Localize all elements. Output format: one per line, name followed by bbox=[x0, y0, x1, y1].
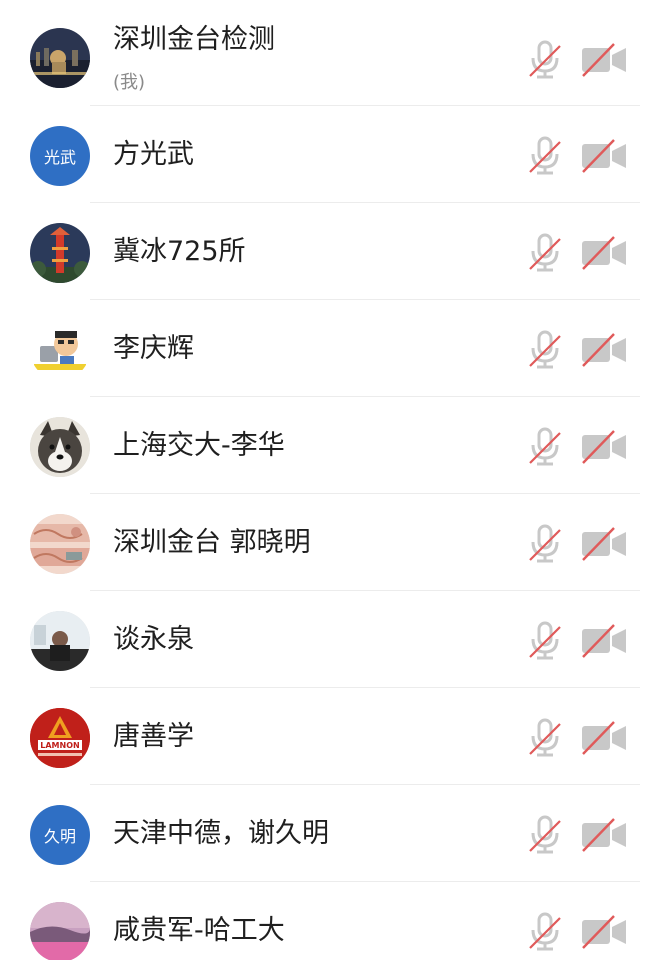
avatar bbox=[30, 28, 90, 88]
participant-name: 上海交大-李华 bbox=[113, 430, 285, 461]
avatar bbox=[30, 223, 90, 283]
mic-muted-icon[interactable] bbox=[528, 330, 562, 370]
logo-text: LAMNON bbox=[40, 741, 79, 750]
avatar-initials: 光武 bbox=[30, 126, 90, 186]
mic-muted-icon[interactable] bbox=[528, 621, 562, 661]
mic-muted-icon[interactable] bbox=[528, 718, 562, 758]
avatar bbox=[30, 611, 90, 671]
camera-off-icon[interactable] bbox=[580, 622, 628, 660]
camera-off-icon[interactable] bbox=[580, 525, 628, 563]
self-indicator: (我) bbox=[113, 72, 146, 93]
mic-muted-icon[interactable] bbox=[528, 136, 562, 176]
mic-muted-icon[interactable] bbox=[528, 427, 562, 467]
camera-off-icon[interactable] bbox=[580, 428, 628, 466]
participant-row[interactable]: 深圳金台检测 (我) bbox=[0, 0, 670, 106]
avatar bbox=[30, 320, 90, 380]
participant-list: 深圳金台检测 (我) 光武 方光武 冀冰725所 李庆辉 上海交大-李华 深圳金… bbox=[0, 0, 670, 960]
participant-name: 咸贵军-哈工大 bbox=[113, 915, 285, 946]
participant-row[interactable]: LAMNON 唐善学 bbox=[0, 688, 670, 785]
participant-row[interactable]: 光武 方光武 bbox=[0, 106, 670, 203]
participant-row[interactable]: 谈永泉 bbox=[0, 591, 670, 688]
participant-name: 深圳金台检测 bbox=[113, 24, 275, 55]
avatar bbox=[30, 417, 90, 477]
participant-name: 深圳金台 郭晓明 bbox=[113, 527, 311, 558]
mic-muted-icon[interactable] bbox=[528, 233, 562, 273]
camera-off-icon[interactable] bbox=[580, 816, 628, 854]
camera-off-icon[interactable] bbox=[580, 41, 628, 79]
participant-name: 方光武 bbox=[113, 139, 194, 170]
mic-muted-icon[interactable] bbox=[528, 912, 562, 952]
avatar bbox=[30, 514, 90, 574]
participant-name: 李庆辉 bbox=[113, 333, 194, 364]
participant-row[interactable]: 久明 天津中德，谢久明 bbox=[0, 785, 670, 882]
participant-row[interactable]: 冀冰725所 bbox=[0, 203, 670, 300]
camera-off-icon[interactable] bbox=[580, 331, 628, 369]
participant-name: 天津中德，谢久明 bbox=[113, 818, 329, 849]
participant-row[interactable]: 咸贵军-哈工大 bbox=[0, 882, 670, 960]
participant-name: 谈永泉 bbox=[113, 624, 194, 655]
participant-row[interactable]: 李庆辉 bbox=[0, 300, 670, 397]
avatar-initials: 久明 bbox=[30, 805, 90, 865]
mic-muted-icon[interactable] bbox=[528, 524, 562, 564]
participant-row[interactable]: 上海交大-李华 bbox=[0, 397, 670, 494]
participant-name: 唐善学 bbox=[113, 721, 194, 752]
avatar bbox=[30, 902, 90, 960]
avatar-logo: LAMNON bbox=[30, 708, 90, 768]
camera-off-icon[interactable] bbox=[580, 234, 628, 272]
participant-row[interactable]: 深圳金台 郭晓明 bbox=[0, 494, 670, 591]
camera-off-icon[interactable] bbox=[580, 913, 628, 951]
camera-off-icon[interactable] bbox=[580, 137, 628, 175]
participant-name: 冀冰725所 bbox=[113, 236, 246, 267]
mic-muted-icon[interactable] bbox=[528, 815, 562, 855]
mic-muted-icon[interactable] bbox=[528, 40, 562, 80]
camera-off-icon[interactable] bbox=[580, 719, 628, 757]
